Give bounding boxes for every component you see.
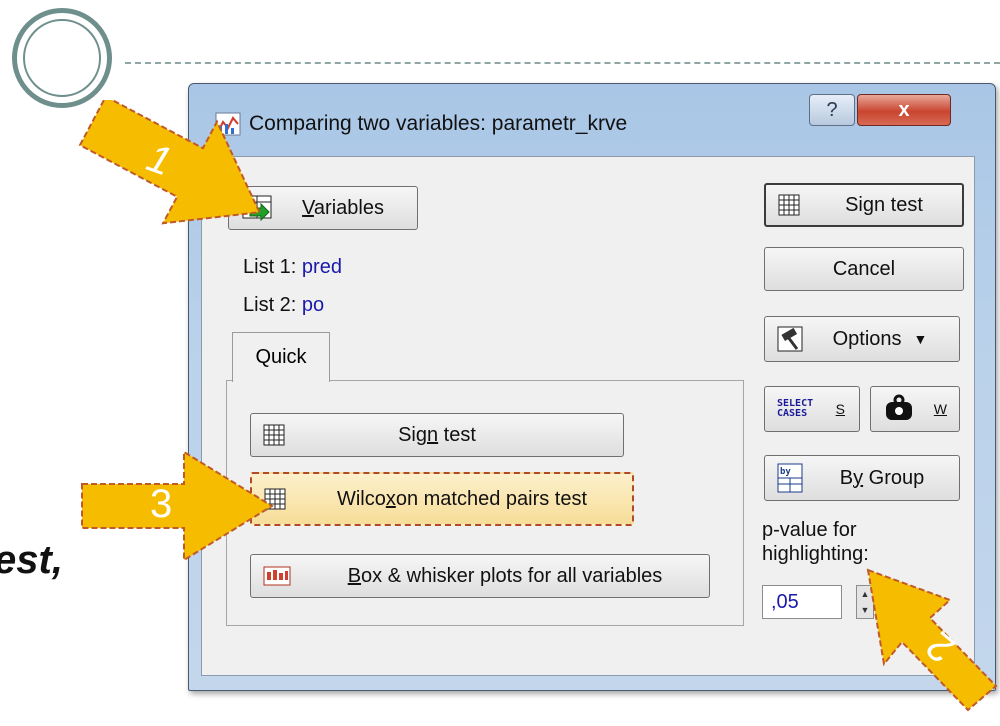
annotation-arrow-1 xyxy=(78,100,261,225)
chevron-down-icon: ▼ xyxy=(913,331,928,347)
sign-test-button-label: Sign test xyxy=(845,193,923,216)
list2-label: List 2: xyxy=(243,294,297,316)
svg-text:by: by xyxy=(780,467,791,477)
annotation-label-3: 3 xyxy=(150,482,173,526)
table-icon xyxy=(263,424,285,446)
cancel-button[interactable]: Cancel xyxy=(764,247,964,291)
sign-test-button[interactable]: Sign test xyxy=(764,183,964,227)
wilcoxon-matched-pairs-button[interactable]: Wilcoxon matched pairs test xyxy=(250,472,634,526)
box-plot-icon xyxy=(263,566,291,586)
window-title: Comparing two variables: parametr_krve xyxy=(249,112,628,135)
weights-shortcut: W xyxy=(933,401,947,417)
weight-icon xyxy=(886,394,912,420)
select-cases-button[interactable]: SELECT CASES S xyxy=(764,386,860,432)
list1-label: List 1: xyxy=(243,256,297,278)
select-cases-shortcut: S xyxy=(835,401,845,417)
box-whisker-label: Box & whisker plots for all variables xyxy=(347,564,663,587)
by-group-button[interactable]: by By Group xyxy=(764,455,960,501)
list2-value: po xyxy=(301,294,325,316)
annotation-arrow-3 xyxy=(81,450,274,562)
slide-circle-decoration xyxy=(12,8,112,108)
variables-button-label: Variables xyxy=(302,196,384,219)
list2-row: List 2: po xyxy=(243,294,324,317)
wilcoxon-button-label: Wilcoxon matched pairs test xyxy=(336,487,588,510)
pvalue-input[interactable]: ,05 xyxy=(762,585,842,619)
close-button[interactable]: x xyxy=(857,94,951,126)
tab-quick[interactable]: Quick xyxy=(232,332,330,382)
slide-dashed-line xyxy=(125,62,1000,64)
by-group-label: By Group xyxy=(839,466,925,489)
options-button[interactable]: Options ▼ xyxy=(764,316,960,362)
pvalue-label: p-value for highlighting: xyxy=(762,519,869,565)
by-group-icon: by xyxy=(777,463,803,493)
weights-button[interactable]: W xyxy=(870,386,960,432)
slide-partial-text: est, xyxy=(0,538,63,582)
options-button-label: Options xyxy=(832,327,902,350)
help-button[interactable]: ? xyxy=(809,94,855,126)
list1-value: pred xyxy=(301,256,342,278)
quick-sign-test-label: Sign test xyxy=(398,423,476,446)
title-bar[interactable]: Comparing two variables: parametr_krve ?… xyxy=(189,84,995,148)
list1-row: List 1: pred xyxy=(243,256,342,279)
box-whisker-button[interactable]: Box & whisker plots for all variables xyxy=(250,554,710,598)
hammer-icon xyxy=(777,326,803,352)
table-icon xyxy=(778,194,800,216)
quick-sign-test-button[interactable]: Sign test xyxy=(250,413,624,457)
select-cases-icon: SELECT CASES xyxy=(777,398,814,419)
